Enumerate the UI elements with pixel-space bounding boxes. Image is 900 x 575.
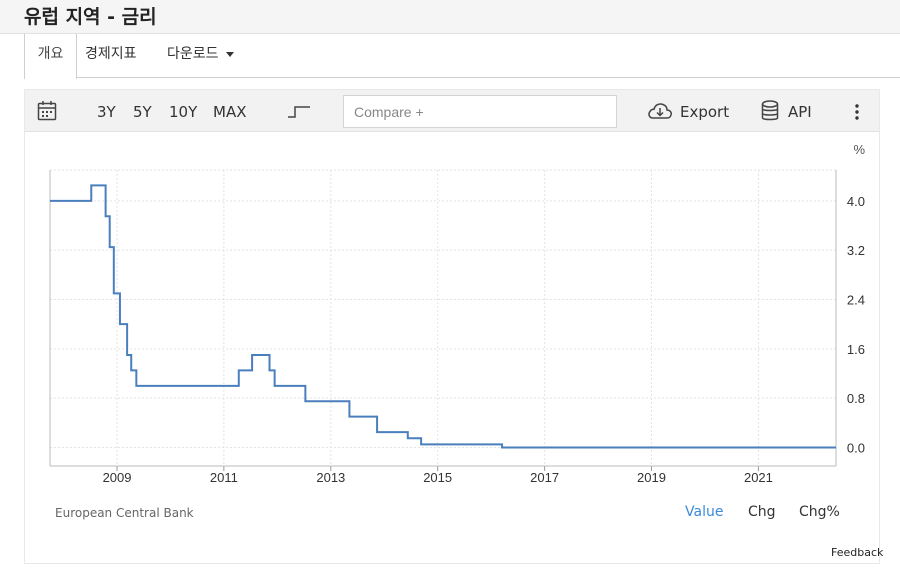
rate-step-line bbox=[50, 184, 836, 449]
x-tick-label: 2017 bbox=[530, 470, 559, 485]
feedback-link[interactable]: Feedback bbox=[831, 546, 883, 559]
interest-rate-chart: 0.0 0.8 1.6 2.4 3.2 4.0 2009 2011 2013 2015 2017 20… bbox=[49, 142, 865, 485]
x-tick-label: 2011 bbox=[210, 470, 238, 485]
x-tick-label: 2009 bbox=[103, 470, 132, 485]
tab-economic-indicators-label: 경제지표 bbox=[85, 46, 137, 62]
tab-overview-label: 개요 bbox=[37, 46, 64, 62]
x-tick-label: 2021 bbox=[744, 470, 773, 485]
y-tick-label: 4.0 bbox=[847, 194, 865, 209]
mode-value-button[interactable]: Value bbox=[685, 504, 723, 520]
y-tick-label: 1.6 bbox=[847, 342, 865, 357]
y-tick-label: 3.2 bbox=[847, 243, 865, 258]
title-bar: 유럽 지역 - 금리 bbox=[0, 0, 900, 34]
y-tick-label: 0.0 bbox=[847, 441, 865, 456]
x-tick-label: 2019 bbox=[637, 470, 666, 485]
tab-overview[interactable]: 개요 bbox=[24, 34, 77, 79]
y-unit-label: % bbox=[853, 142, 865, 157]
tab-download[interactable]: 다운로드 bbox=[167, 34, 234, 78]
chart-card: 3Y 5Y 10Y MAX Export API bbox=[24, 89, 883, 564]
tab-download-label: 다운로드 bbox=[167, 46, 219, 62]
y-tick-label: 0.8 bbox=[847, 391, 865, 406]
mode-chg-button[interactable]: Chg bbox=[748, 504, 776, 520]
x-tick-label: 2015 bbox=[423, 470, 452, 485]
y-tick-label: 2.4 bbox=[847, 293, 865, 308]
x-tick-label: 2013 bbox=[316, 470, 345, 485]
tab-economic-indicators[interactable]: 경제지표 bbox=[85, 34, 137, 78]
source-label: European Central Bank bbox=[55, 506, 194, 520]
mode-chg-pct-button[interactable]: Chg% bbox=[799, 504, 840, 520]
chevron-down-icon bbox=[225, 51, 234, 57]
page-title: 유럽 지역 - 금리 bbox=[24, 6, 157, 28]
tab-bar: 개요 경제지표 다운로드 bbox=[24, 34, 900, 79]
